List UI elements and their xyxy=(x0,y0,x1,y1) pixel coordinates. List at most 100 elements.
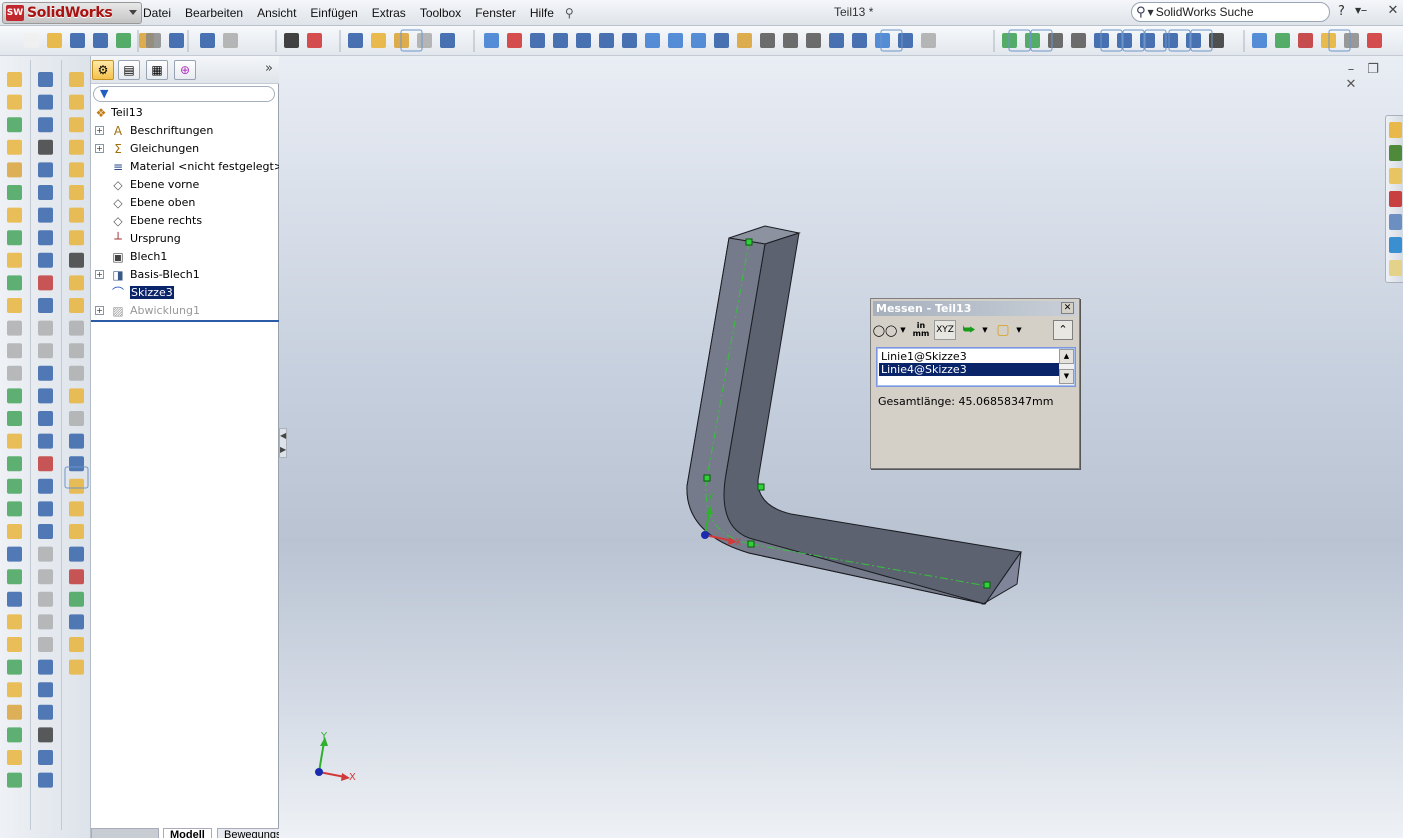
expand-icon[interactable]: + xyxy=(95,306,104,315)
appearances-icon[interactable] xyxy=(1389,237,1402,253)
command-button-icon xyxy=(7,94,22,110)
rollback-bar[interactable] xyxy=(91,320,279,322)
menu-toolbox[interactable]: Toolbox xyxy=(413,1,468,25)
selection-scrollbar[interactable]: ▲ ▼ xyxy=(1059,349,1074,385)
menu-extras[interactable]: Extras xyxy=(365,1,413,25)
collapse-dialog-icon[interactable]: ⌃ xyxy=(1053,320,1073,340)
panel-splitter[interactable]: ◀ ▶ xyxy=(279,428,287,458)
search-icon[interactable]: ⚲ xyxy=(1136,5,1146,20)
toolbar-button-icon xyxy=(146,33,161,48)
menu-ansicht[interactable]: Ansicht xyxy=(250,1,303,25)
menu-bearbeiten[interactable]: Bearbeiten xyxy=(178,1,250,25)
command-button-icon xyxy=(38,569,53,585)
selection-list[interactable]: Linie1@Skizze3 Linie4@Skizze3 ▲ ▼ xyxy=(876,347,1076,387)
menu-hilfe[interactable]: Hilfe xyxy=(523,1,561,25)
command-button-icon xyxy=(38,591,53,607)
tree-filter-input[interactable]: ▼ xyxy=(93,86,275,102)
chevron-down-icon[interactable]: ▼ xyxy=(1015,320,1023,340)
tab-dimxpert-manager[interactable]: ⊕ xyxy=(174,60,196,80)
chevron-down-icon[interactable]: ▼ xyxy=(899,320,907,340)
tab-model-view[interactable] xyxy=(91,828,159,838)
toolbar-button-icon xyxy=(1298,33,1313,48)
menu-einfuegen[interactable]: Einfügen xyxy=(303,1,364,25)
command-button-icon xyxy=(38,252,53,268)
toolbar-button-icon xyxy=(1209,33,1224,48)
command-button-icon xyxy=(7,591,22,607)
sketch-point xyxy=(703,474,711,482)
command-button-icon xyxy=(69,72,84,87)
show-xyz-button[interactable]: XYZ xyxy=(934,320,956,340)
menu-datei[interactable]: Datei xyxy=(136,1,178,25)
command-button-icon xyxy=(69,320,84,336)
selection-item-selected[interactable]: Linie4@Skizze3 xyxy=(879,363,1061,376)
tree-item[interactable]: + Σ Gleichungen xyxy=(91,140,279,158)
tree-item[interactable]: + ▨ Abwicklung1 xyxy=(91,302,279,320)
tree-item[interactable]: + A Beschriftungen xyxy=(91,122,279,140)
close-viewport-icon[interactable]: ✕ xyxy=(1340,77,1362,92)
tree-item[interactable]: ≡ Material <nicht festgelegt> xyxy=(91,158,283,176)
tree-item[interactable]: ◇ Ebene oben xyxy=(91,194,279,212)
tree-item[interactable]: + ◨ Basis-Blech1 xyxy=(91,266,279,284)
toolbar-button-icon xyxy=(169,33,184,48)
tree-item[interactable]: ◇ Ebene vorne xyxy=(91,176,279,194)
custom-properties-icon[interactable] xyxy=(1389,260,1402,276)
expand-icon[interactable]: + xyxy=(95,144,104,153)
create-sensor-icon[interactable]: ▢ xyxy=(993,320,1013,340)
search-input[interactable] xyxy=(1155,5,1306,19)
minimize-icon[interactable]: – xyxy=(1356,3,1372,18)
tree-item[interactable]: ◇ Ebene rechts xyxy=(91,212,279,230)
tree-root[interactable]: ❖ Teil13 xyxy=(91,104,279,122)
tab-model[interactable]: Modell xyxy=(163,828,212,838)
arc-circle-measure-icon[interactable]: ◯◯ xyxy=(873,320,898,340)
minimize-viewport-icon[interactable]: – xyxy=(1340,62,1362,77)
toolbar-button-icon xyxy=(898,33,913,48)
selection-item[interactable]: Linie1@Skizze3 xyxy=(879,350,1061,363)
app-name: SolidWorks xyxy=(27,5,113,21)
design-library-icon[interactable] xyxy=(1389,145,1402,161)
file-explorer-icon[interactable] xyxy=(1389,168,1402,184)
command-button-icon xyxy=(69,298,84,313)
home-icon[interactable] xyxy=(1389,122,1402,138)
tree-item[interactable]: ┴ Ursprung xyxy=(91,230,279,248)
triad-y-label: Y xyxy=(320,731,328,742)
tab-configuration-manager[interactable]: ▦ xyxy=(146,60,168,80)
command-button-icon xyxy=(69,230,84,246)
expand-icon[interactable]: + xyxy=(95,126,104,135)
point-to-point-icon[interactable]: ⮩ xyxy=(959,320,979,340)
chevron-down-icon[interactable]: ▼ xyxy=(981,320,989,340)
scroll-up-icon[interactable]: ▲ xyxy=(1059,349,1074,364)
tab-feature-manager[interactable]: ⚙ xyxy=(92,60,114,80)
model-view: Y X Y X xyxy=(315,225,1022,783)
view-palette-icon[interactable] xyxy=(1389,214,1402,230)
command-toolbar xyxy=(0,26,1403,56)
pin-icon[interactable]: ⚲ xyxy=(565,6,574,20)
tree-item[interactable]: ▣ Blech1 xyxy=(91,248,279,266)
sketch-point xyxy=(757,483,765,491)
toolbar-button-icon xyxy=(1071,33,1086,48)
expand-panel-icon[interactable]: » xyxy=(265,61,273,76)
units-precision-button[interactable]: in mm xyxy=(911,320,931,340)
expand-icon[interactable]: + xyxy=(95,270,104,279)
search-box[interactable]: ⚲ ▼ xyxy=(1131,2,1330,22)
menu-fenster[interactable]: Fenster xyxy=(468,1,523,25)
command-button-icon xyxy=(7,320,22,336)
solidworks-logo-button[interactable]: SW SolidWorks xyxy=(2,2,142,24)
scroll-down-icon[interactable]: ▼ xyxy=(1059,369,1074,384)
help-button[interactable]: ? xyxy=(1338,4,1345,19)
tab-property-manager[interactable]: ▤ xyxy=(118,60,140,80)
toolbar-button-icon xyxy=(116,33,131,48)
chevron-down-icon[interactable]: ▼ xyxy=(1148,8,1154,17)
measure-dialog-title[interactable]: Messen - Teil13 ✕ xyxy=(873,301,1077,316)
command-button-icon xyxy=(7,275,22,291)
close-icon[interactable]: ✕ xyxy=(1385,3,1401,18)
tree-item-label: Blech1 xyxy=(130,250,168,263)
search-results-icon[interactable] xyxy=(1389,191,1402,207)
close-icon[interactable]: ✕ xyxy=(1061,302,1074,314)
graphics-area[interactable]: Y X Y X xyxy=(279,56,1403,838)
tree-item[interactable]: ⌒ Skizze3 xyxy=(91,284,279,302)
command-button-icon xyxy=(38,727,53,743)
restore-viewport-icon[interactable]: ❐ xyxy=(1362,62,1384,77)
sketch-point xyxy=(747,540,755,548)
command-button-icon xyxy=(38,524,53,539)
annotations-icon: A xyxy=(113,124,123,138)
